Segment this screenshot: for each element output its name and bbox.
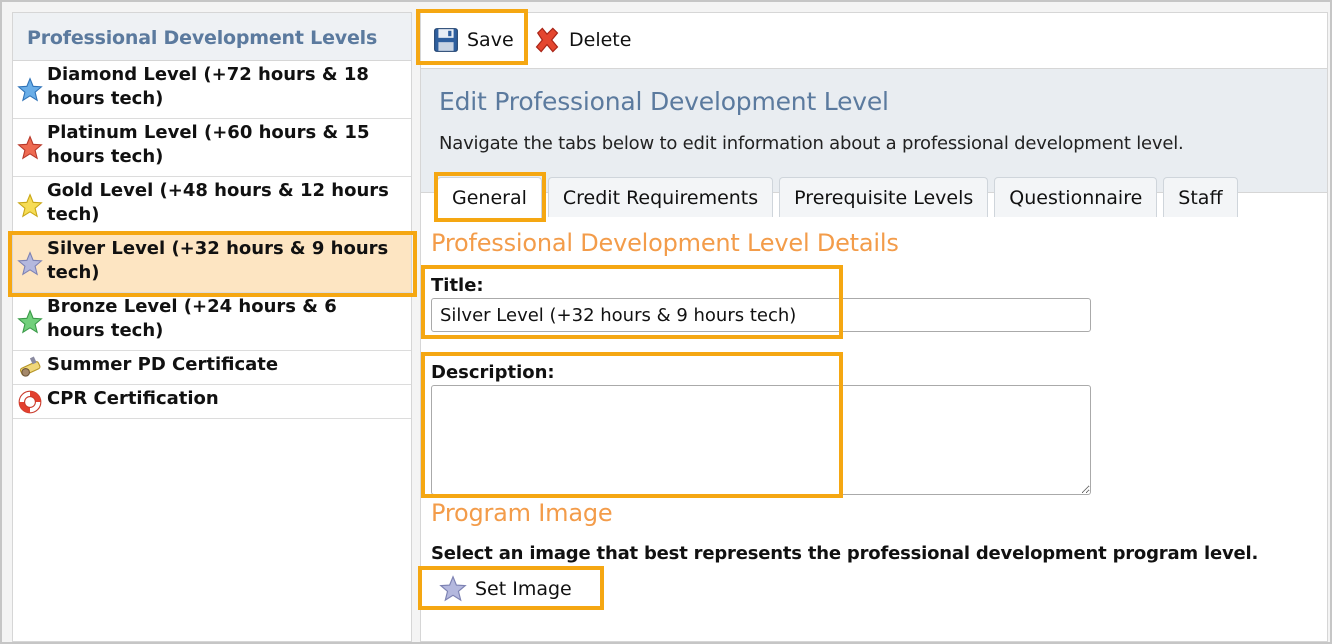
- sidebar-item-label: Diamond Level (+72 hours & 18: [47, 64, 369, 85]
- details-section-title: Professional Development Level Details: [431, 229, 899, 257]
- sidebar-item-cpr-certification[interactable]: CPR Certification: [13, 385, 411, 419]
- delete-button-label: Delete: [569, 29, 632, 51]
- delete-button[interactable]: Delete: [533, 23, 631, 57]
- sidebar-item-label: hours tech): [47, 146, 164, 167]
- header-area: Edit Professional Development Level Navi…: [421, 69, 1327, 218]
- sidebar-item-label: Gold Level (+48 hours & 12 hours: [47, 180, 389, 201]
- tab-general[interactable]: General: [437, 177, 542, 218]
- sidebar-item-silver-level[interactable]: Silver Level (+32 hours & 9 hours tech): [13, 235, 411, 293]
- description-textarea[interactable]: [431, 385, 1091, 495]
- sidebar-item-label: CPR Certification: [47, 388, 219, 409]
- tab-bar: General Credit Requirements Prerequisite…: [437, 177, 1244, 218]
- star-silver-icon: [17, 251, 43, 276]
- title-input[interactable]: [431, 298, 1091, 332]
- sidebar-item-label: Bronze Level (+24 hours & 6: [47, 296, 337, 317]
- lifebuoy-icon: [18, 390, 42, 414]
- tab-credit-requirements[interactable]: Credit Requirements: [547, 177, 774, 217]
- star-red-icon: [17, 135, 43, 160]
- star-silver-icon: [439, 575, 467, 602]
- set-image-button[interactable]: Set Image: [439, 573, 572, 605]
- program-image-section-title: Program Image: [431, 499, 613, 527]
- sidebar-item-label: hours tech): [47, 88, 164, 109]
- save-button[interactable]: Save: [433, 23, 514, 57]
- sidebar: Professional Development Levels Diamond …: [12, 12, 412, 642]
- sidebar-title: Professional Development Levels: [13, 13, 411, 61]
- sidebar-item-summer-pd-certificate[interactable]: Summer PD Certificate: [13, 351, 411, 385]
- main-panel: Save Delete Edit Professional Developmen…: [420, 12, 1328, 642]
- floppy-disk-icon: [434, 28, 458, 52]
- page-description: Navigate the tabs below to edit informat…: [439, 133, 1184, 154]
- tab-prerequisite-levels[interactable]: Prerequisite Levels: [779, 177, 989, 217]
- delete-x-icon: [535, 27, 559, 53]
- tab-questionnaire[interactable]: Questionnaire: [994, 177, 1158, 217]
- sidebar-item-label: tech): [47, 204, 100, 225]
- set-image-label: Set Image: [475, 578, 572, 600]
- sidebar-item-label: Platinum Level (+60 hours & 15: [47, 122, 370, 143]
- sidebar-item-platinum-level[interactable]: Platinum Level (+60 hours & 15 hours tec…: [13, 119, 411, 177]
- sidebar-item-label: Silver Level (+32 hours & 9 hours: [47, 238, 389, 259]
- star-green-icon: [17, 309, 43, 334]
- level-list: Diamond Level (+72 hours & 18 hours tech…: [13, 61, 411, 419]
- sidebar-item-label: Summer PD Certificate: [47, 354, 279, 375]
- description-label: Description:: [431, 362, 555, 383]
- sidebar-item-label: hours tech): [47, 320, 164, 341]
- sidebar-item-diamond-level[interactable]: Diamond Level (+72 hours & 18 hours tech…: [13, 61, 411, 119]
- save-button-label: Save: [467, 29, 514, 51]
- title-label: Title:: [431, 275, 484, 296]
- star-blue-icon: [17, 77, 43, 102]
- sidebar-item-label: tech): [47, 262, 100, 283]
- page-title: Edit Professional Development Level: [439, 87, 889, 116]
- tab-staff[interactable]: Staff: [1163, 177, 1238, 217]
- sidebar-item-gold-level[interactable]: Gold Level (+48 hours & 12 hours tech): [13, 177, 411, 235]
- toolbar: Save Delete: [421, 13, 1327, 69]
- program-image-instruction: Select an image that best represents the…: [431, 543, 1259, 564]
- star-gold-icon: [17, 193, 43, 218]
- certificate-icon: [19, 356, 41, 377]
- sidebar-item-bronze-level[interactable]: Bronze Level (+24 hours & 6 hours tech): [13, 293, 411, 351]
